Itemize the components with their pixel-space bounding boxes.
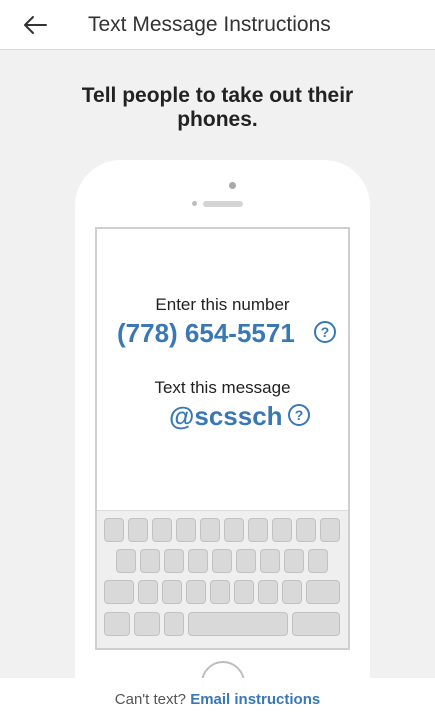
- keyboard-key: [104, 612, 130, 636]
- keyboard-key: [164, 549, 184, 573]
- keyboard-key: [260, 549, 280, 573]
- keyboard-key: [116, 549, 136, 573]
- keyboard-key: [320, 518, 340, 542]
- keyboard-key: [128, 518, 148, 542]
- keyboard-key: [152, 518, 172, 542]
- phone-camera: [229, 182, 236, 189]
- keyboard-key: [284, 549, 304, 573]
- back-button[interactable]: [20, 11, 50, 39]
- footer-bar: Can't text? Email instructions: [0, 678, 435, 721]
- keyboard-key: [308, 549, 328, 573]
- keyboard-key: [164, 612, 184, 636]
- keyboard-key: [234, 580, 254, 604]
- keyboard-key: [200, 518, 220, 542]
- keyboard-key: [140, 549, 160, 573]
- keyboard-illustration: [97, 510, 348, 648]
- keyboard-key: [236, 549, 256, 573]
- keyboard-key: [292, 612, 340, 636]
- keyboard-key: [248, 518, 268, 542]
- message-code-value: @scssch: [169, 401, 283, 431]
- keyboard-key: [210, 580, 230, 604]
- number-label: Enter this number: [155, 295, 290, 314]
- number-help-icon[interactable]: ?: [314, 321, 336, 343]
- keyboard-key: [176, 518, 196, 542]
- keyboard-key: [134, 612, 160, 636]
- arrow-left-icon: [24, 16, 47, 34]
- phone-speaker: [203, 201, 243, 207]
- footer-prompt: Can't text?: [114, 691, 187, 708]
- email-instructions-link[interactable]: Email instructions: [190, 691, 320, 708]
- keyboard-key: [306, 580, 340, 604]
- phone-number-value: (778) 654-5571: [117, 318, 295, 348]
- instruction-heading: Tell people to take out their phones.: [81, 84, 354, 131]
- keyboard-key: [138, 580, 158, 604]
- keyboard-key: [104, 580, 134, 604]
- keyboard-key: [162, 580, 182, 604]
- keyboard-key: [186, 580, 206, 604]
- phone-sensor: [192, 201, 197, 206]
- keyboard-key: [296, 518, 316, 542]
- message-help-icon[interactable]: ?: [288, 404, 310, 426]
- page-title: Text Message Instructions: [88, 13, 331, 36]
- message-label: Text this message: [154, 378, 291, 397]
- keyboard-key: [258, 580, 278, 604]
- keyboard-key: [224, 518, 244, 542]
- keyboard-key: [272, 518, 292, 542]
- keyboard-key: [212, 549, 232, 573]
- keyboard-key: [104, 518, 124, 542]
- keyboard-key: [188, 612, 288, 636]
- keyboard-key: [188, 549, 208, 573]
- keyboard-key: [282, 580, 302, 604]
- top-bar: Text Message Instructions: [0, 0, 435, 50]
